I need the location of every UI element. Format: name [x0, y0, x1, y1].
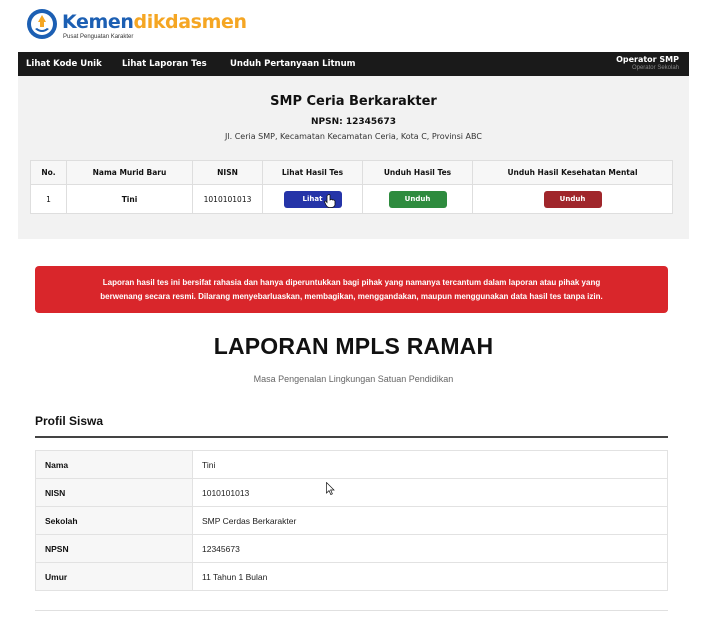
profile-row-umur: Umur 11 Tahun 1 Bulan	[35, 562, 668, 591]
cell-nisn: 1010101013	[192, 184, 263, 214]
student-table: No. Nama Murid Baru NISN Lihat Hasil Tes…	[30, 160, 673, 214]
school-npsn: NPSN: 12345673	[311, 117, 396, 127]
school-panel: SMP Ceria Berkarakter NPSN: 12345673 Jl.…	[18, 76, 689, 239]
profile-row-nisn: NISN 1010101013	[35, 478, 668, 507]
profile-value: SMP Cerdas Berkarakter	[192, 506, 668, 535]
brand-name-part2: dikdasmen	[133, 11, 247, 33]
col-header-nisn: NISN	[192, 160, 263, 185]
tut-wuri-handayani-logo-icon[interactable]	[26, 8, 58, 40]
report-subtitle: Masa Pengenalan Lingkungan Satuan Pendid…	[253, 374, 454, 384]
profile-label: Umur	[35, 562, 193, 591]
user-menu[interactable]: Operator SMP Operator Sekolah	[616, 55, 679, 71]
bottom-divider	[35, 610, 668, 611]
brand-name[interactable]: Kemendikdasmen	[62, 11, 247, 33]
alert-line-1: Laporan hasil tes ini bersifat rahasia d…	[102, 278, 601, 287]
arrow-cursor-icon	[326, 482, 335, 495]
profile-value: 12345673	[192, 534, 668, 563]
col-header-nama: Nama Murid Baru	[66, 160, 193, 185]
logo-bar: Kemendikdasmen Pusat Penguatan Karakter	[0, 0, 707, 52]
profile-row-nama: Nama Tini	[35, 450, 668, 479]
profile-row-npsn: NPSN 12345673	[35, 534, 668, 563]
profile-row-sekolah: Sekolah SMP Cerdas Berkarakter	[35, 506, 668, 535]
report-title: LAPORAN MPLS RAMAH	[213, 333, 494, 359]
top-nav: Lihat Kode Unik Lihat Laporan Tes Unduh …	[18, 52, 689, 76]
cell-no: 1	[30, 184, 67, 214]
user-name: Operator SMP	[616, 55, 679, 64]
col-header-unduh-hasil: Unduh Hasil Tes	[362, 160, 473, 185]
profile-label: Nama	[35, 450, 193, 479]
section-heading-profil-siswa: Profil Siswa	[35, 414, 104, 428]
nav-lihat-kode-unik[interactable]: Lihat Kode Unik	[26, 59, 102, 69]
cell-lihat: Lihat	[262, 184, 363, 214]
unduh-kesehatan-mental-button[interactable]: Unduh	[543, 190, 602, 208]
confidentiality-alert: Laporan hasil tes ini bersifat rahasia d…	[35, 266, 668, 313]
profile-value: 1010101013	[192, 478, 668, 507]
profile-label: NISN	[35, 478, 193, 507]
cell-unduh-mental: Unduh	[472, 184, 673, 214]
school-address: Jl. Ceria SMP, Kecamatan Kecamatan Ceria…	[225, 132, 482, 141]
brand-tagline: Pusat Penguatan Karakter	[63, 34, 134, 40]
profile-label: NPSN	[35, 534, 193, 563]
profile-label: Sekolah	[35, 506, 193, 535]
nav-lihat-laporan-tes[interactable]: Lihat Laporan Tes	[122, 59, 207, 69]
school-name: SMP Ceria Berkarakter	[270, 94, 437, 109]
profile-value: 11 Tahun 1 Bulan	[192, 562, 668, 591]
brand-name-part1: Kemen	[62, 11, 134, 33]
hand-pointer-icon	[323, 193, 335, 208]
unduh-hasil-button[interactable]: Unduh	[388, 190, 447, 208]
user-role: Operator Sekolah	[631, 65, 679, 71]
lihat-button-label: Lihat	[302, 194, 323, 203]
profile-value: Tini	[192, 450, 668, 479]
table-header-row: No. Nama Murid Baru NISN Lihat Hasil Tes…	[30, 160, 673, 185]
alert-line-2: berwenang secara resmi. Dilarang menyeba…	[100, 292, 603, 301]
section-divider	[35, 436, 668, 438]
table-row: 1 Tini 1010101013 Lihat Unduh Unduh	[30, 184, 673, 214]
col-header-no: No.	[30, 160, 67, 185]
col-header-unduh-mental: Unduh Hasil Kesehatan Mental	[472, 160, 673, 185]
lihat-button[interactable]: Lihat	[283, 190, 342, 208]
col-header-lihat-hasil: Lihat Hasil Tes	[262, 160, 363, 185]
cell-unduh: Unduh	[362, 184, 473, 214]
cell-nama: Tini	[66, 184, 193, 214]
nav-unduh-pertanyaan-litnum[interactable]: Unduh Pertanyaan Litnum	[230, 59, 356, 69]
profile-table: Nama Tini NISN 1010101013 Sekolah SMP Ce…	[35, 450, 668, 591]
